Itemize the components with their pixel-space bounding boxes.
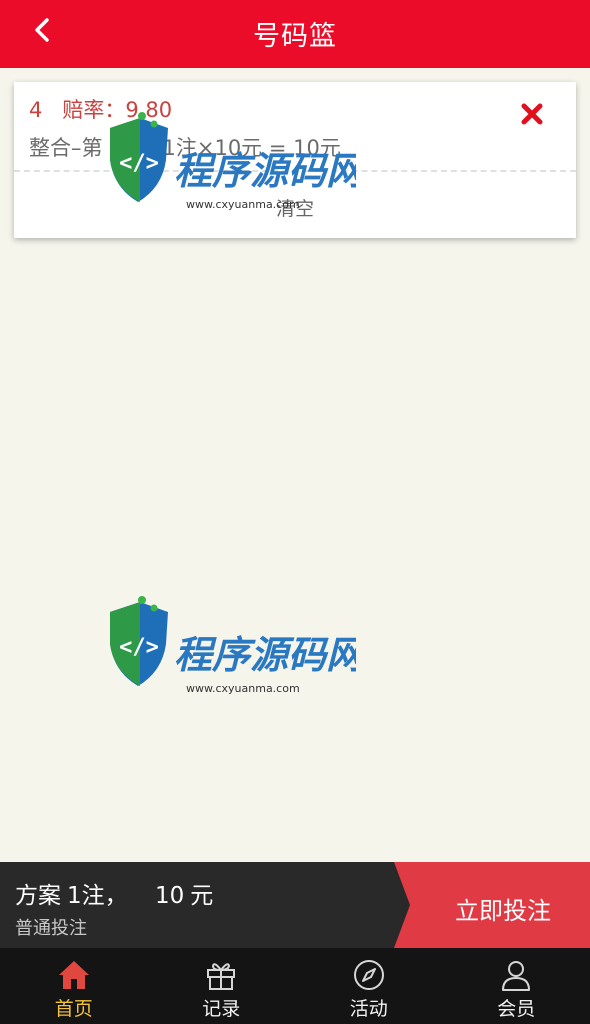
user-icon <box>502 961 531 991</box>
tab-label: 首页 <box>54 998 93 1020</box>
place-bet-button[interactable]: 立即投注 <box>394 862 590 948</box>
tab-activities[interactable]: 活动 <box>295 948 443 1024</box>
bet-summary-bar: 方案 1注， 10 元 普通投注 立即投注 <box>0 862 590 948</box>
delete-bet-button[interactable] <box>520 102 544 126</box>
total-amount: 10 <box>154 883 185 909</box>
home-icon <box>58 961 89 989</box>
amount-unit: 元 <box>190 883 214 909</box>
odds-label: 赔率： <box>62 98 126 122</box>
svg-text:</>: </> <box>119 635 159 660</box>
bet-item-odds-row: 4 赔率：9.80 <box>29 94 172 124</box>
top-nav-bar: 号码篮 <box>0 0 590 68</box>
divider <box>14 170 576 172</box>
watermark-url: www.cxyuanma.com <box>186 682 300 695</box>
bottom-tab-bar: 首页 记录 活动 会员 <box>0 948 590 1024</box>
scheme-label: 方案 <box>15 883 61 909</box>
odds-value: 9.80 <box>125 98 173 122</box>
tab-label: 活动 <box>349 998 388 1020</box>
watermark-brand: 程序源码网 <box>174 633 356 677</box>
tab-member[interactable]: 会员 <box>443 948 590 1024</box>
bet-summary: 方案 1注， 10 元 <box>15 876 219 910</box>
page-title: 号码篮 <box>253 21 337 52</box>
watermark-logo: </> 程序源码网 www.cxyuanma.com <box>106 596 369 706</box>
bet-item-detail-row: 整合–第 1注×10元 = 10元 <box>29 132 341 162</box>
tab-home[interactable]: 首页 <box>0 948 148 1024</box>
bet-item-description: 整合–第 <box>29 136 103 160</box>
place-bet-label: 立即投注 <box>455 897 551 925</box>
tab-records[interactable]: 记录 <box>148 948 296 1024</box>
gift-icon <box>207 963 236 990</box>
tab-label: 记录 <box>202 998 241 1020</box>
bet-count: 1注， <box>67 883 128 909</box>
bet-item-amount-detail: 1注×10元 = 10元 <box>162 136 341 160</box>
compass-icon <box>353 960 384 990</box>
bet-item-number: 4 <box>29 98 43 122</box>
tab-label: 会员 <box>497 998 536 1020</box>
bet-basket-card: 4 赔率：9.80 整合–第 1注×10元 = 10元 清空 <box>14 82 576 238</box>
close-x-icon <box>521 103 543 125</box>
bet-mode: 普通投注 <box>15 918 87 939</box>
clear-basket-button[interactable]: 清空 <box>14 194 576 221</box>
